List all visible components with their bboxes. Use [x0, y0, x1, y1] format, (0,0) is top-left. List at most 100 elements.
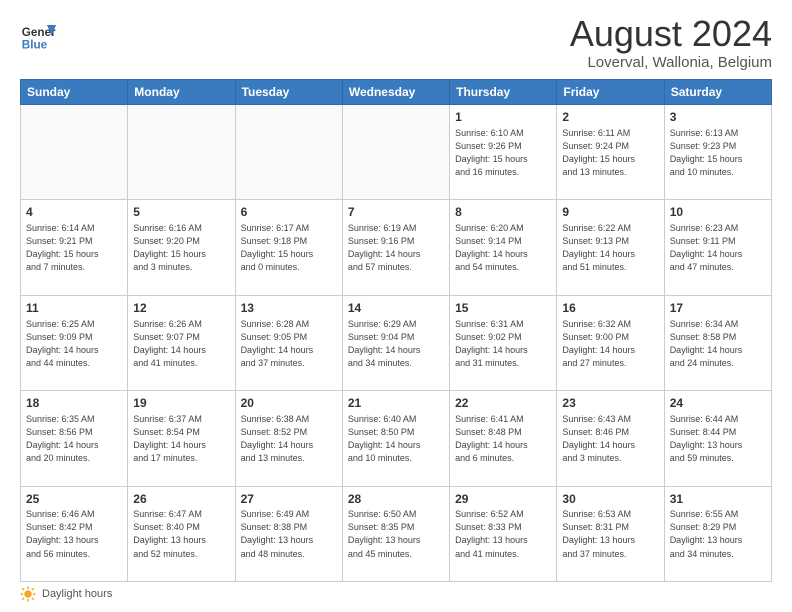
day-cell: 16Sunrise: 6:32 AM Sunset: 9:00 PM Dayli… [557, 295, 664, 390]
day-cell [235, 105, 342, 200]
days-header-row: SundayMondayTuesdayWednesdayThursdayFrid… [21, 80, 772, 105]
day-number: 19 [133, 395, 229, 412]
day-cell: 12Sunrise: 6:26 AM Sunset: 9:07 PM Dayli… [128, 295, 235, 390]
day-cell [342, 105, 449, 200]
day-number: 13 [241, 300, 337, 317]
day-number: 7 [348, 204, 444, 221]
sun-icon [20, 586, 36, 602]
day-cell [128, 105, 235, 200]
day-header-monday: Monday [128, 80, 235, 105]
day-number: 10 [670, 204, 766, 221]
calendar: SundayMondayTuesdayWednesdayThursdayFrid… [20, 79, 772, 582]
day-number: 30 [562, 491, 658, 508]
day-cell: 23Sunrise: 6:43 AM Sunset: 8:46 PM Dayli… [557, 391, 664, 486]
day-number: 11 [26, 300, 122, 317]
day-info: Sunrise: 6:25 AM Sunset: 9:09 PM Dayligh… [26, 318, 122, 370]
day-cell: 15Sunrise: 6:31 AM Sunset: 9:02 PM Dayli… [450, 295, 557, 390]
month-title: August 2024 [570, 16, 772, 52]
day-number: 16 [562, 300, 658, 317]
header: General Blue August 2024 Loverval, Wallo… [20, 16, 772, 71]
day-cell: 18Sunrise: 6:35 AM Sunset: 8:56 PM Dayli… [21, 391, 128, 486]
day-cell: 14Sunrise: 6:29 AM Sunset: 9:04 PM Dayli… [342, 295, 449, 390]
day-header-sunday: Sunday [21, 80, 128, 105]
location: Loverval, Wallonia, Belgium [570, 54, 772, 71]
week-row-3: 11Sunrise: 6:25 AM Sunset: 9:09 PM Dayli… [21, 295, 772, 390]
day-cell: 1Sunrise: 6:10 AM Sunset: 9:26 PM Daylig… [450, 105, 557, 200]
day-info: Sunrise: 6:20 AM Sunset: 9:14 PM Dayligh… [455, 222, 551, 274]
day-cell: 3Sunrise: 6:13 AM Sunset: 9:23 PM Daylig… [664, 105, 771, 200]
day-number: 14 [348, 300, 444, 317]
day-info: Sunrise: 6:44 AM Sunset: 8:44 PM Dayligh… [670, 413, 766, 465]
day-number: 17 [670, 300, 766, 317]
day-number: 18 [26, 395, 122, 412]
day-cell: 19Sunrise: 6:37 AM Sunset: 8:54 PM Dayli… [128, 391, 235, 486]
header-right: August 2024 Loverval, Wallonia, Belgium [570, 16, 772, 71]
day-cell: 30Sunrise: 6:53 AM Sunset: 8:31 PM Dayli… [557, 486, 664, 581]
day-header-wednesday: Wednesday [342, 80, 449, 105]
day-cell: 5Sunrise: 6:16 AM Sunset: 9:20 PM Daylig… [128, 200, 235, 295]
day-cell: 9Sunrise: 6:22 AM Sunset: 9:13 PM Daylig… [557, 200, 664, 295]
day-info: Sunrise: 6:34 AM Sunset: 8:58 PM Dayligh… [670, 318, 766, 370]
day-number: 12 [133, 300, 229, 317]
day-number: 22 [455, 395, 551, 412]
day-header-saturday: Saturday [664, 80, 771, 105]
day-info: Sunrise: 6:31 AM Sunset: 9:02 PM Dayligh… [455, 318, 551, 370]
day-number: 3 [670, 109, 766, 126]
day-number: 15 [455, 300, 551, 317]
day-info: Sunrise: 6:38 AM Sunset: 8:52 PM Dayligh… [241, 413, 337, 465]
day-info: Sunrise: 6:29 AM Sunset: 9:04 PM Dayligh… [348, 318, 444, 370]
day-number: 26 [133, 491, 229, 508]
day-cell: 17Sunrise: 6:34 AM Sunset: 8:58 PM Dayli… [664, 295, 771, 390]
day-info: Sunrise: 6:53 AM Sunset: 8:31 PM Dayligh… [562, 508, 658, 560]
day-cell: 24Sunrise: 6:44 AM Sunset: 8:44 PM Dayli… [664, 391, 771, 486]
day-info: Sunrise: 6:14 AM Sunset: 9:21 PM Dayligh… [26, 222, 122, 274]
day-cell: 4Sunrise: 6:14 AM Sunset: 9:21 PM Daylig… [21, 200, 128, 295]
day-cell: 13Sunrise: 6:28 AM Sunset: 9:05 PM Dayli… [235, 295, 342, 390]
day-number: 23 [562, 395, 658, 412]
day-info: Sunrise: 6:47 AM Sunset: 8:40 PM Dayligh… [133, 508, 229, 560]
day-info: Sunrise: 6:41 AM Sunset: 8:48 PM Dayligh… [455, 413, 551, 465]
day-cell: 29Sunrise: 6:52 AM Sunset: 8:33 PM Dayli… [450, 486, 557, 581]
week-row-1: 1Sunrise: 6:10 AM Sunset: 9:26 PM Daylig… [21, 105, 772, 200]
day-info: Sunrise: 6:49 AM Sunset: 8:38 PM Dayligh… [241, 508, 337, 560]
day-cell: 11Sunrise: 6:25 AM Sunset: 9:09 PM Dayli… [21, 295, 128, 390]
day-number: 20 [241, 395, 337, 412]
day-info: Sunrise: 6:22 AM Sunset: 9:13 PM Dayligh… [562, 222, 658, 274]
day-info: Sunrise: 6:19 AM Sunset: 9:16 PM Dayligh… [348, 222, 444, 274]
day-number: 5 [133, 204, 229, 221]
day-header-tuesday: Tuesday [235, 80, 342, 105]
day-info: Sunrise: 6:46 AM Sunset: 8:42 PM Dayligh… [26, 508, 122, 560]
day-info: Sunrise: 6:10 AM Sunset: 9:26 PM Dayligh… [455, 127, 551, 179]
svg-text:Blue: Blue [22, 38, 48, 51]
day-info: Sunrise: 6:11 AM Sunset: 9:24 PM Dayligh… [562, 127, 658, 179]
day-cell: 7Sunrise: 6:19 AM Sunset: 9:16 PM Daylig… [342, 200, 449, 295]
day-number: 9 [562, 204, 658, 221]
logo-icon: General Blue [20, 16, 56, 52]
day-cell: 31Sunrise: 6:55 AM Sunset: 8:29 PM Dayli… [664, 486, 771, 581]
day-info: Sunrise: 6:35 AM Sunset: 8:56 PM Dayligh… [26, 413, 122, 465]
day-info: Sunrise: 6:23 AM Sunset: 9:11 PM Dayligh… [670, 222, 766, 274]
day-info: Sunrise: 6:13 AM Sunset: 9:23 PM Dayligh… [670, 127, 766, 179]
day-info: Sunrise: 6:50 AM Sunset: 8:35 PM Dayligh… [348, 508, 444, 560]
day-info: Sunrise: 6:28 AM Sunset: 9:05 PM Dayligh… [241, 318, 337, 370]
day-info: Sunrise: 6:26 AM Sunset: 9:07 PM Dayligh… [133, 318, 229, 370]
week-row-5: 25Sunrise: 6:46 AM Sunset: 8:42 PM Dayli… [21, 486, 772, 581]
day-cell: 8Sunrise: 6:20 AM Sunset: 9:14 PM Daylig… [450, 200, 557, 295]
day-cell: 20Sunrise: 6:38 AM Sunset: 8:52 PM Dayli… [235, 391, 342, 486]
day-cell: 2Sunrise: 6:11 AM Sunset: 9:24 PM Daylig… [557, 105, 664, 200]
footer-label: Daylight hours [42, 588, 112, 600]
day-number: 27 [241, 491, 337, 508]
footer: Daylight hours [20, 586, 772, 602]
day-number: 24 [670, 395, 766, 412]
day-info: Sunrise: 6:40 AM Sunset: 8:50 PM Dayligh… [348, 413, 444, 465]
day-number: 8 [455, 204, 551, 221]
day-number: 25 [26, 491, 122, 508]
logo: General Blue [20, 16, 56, 52]
day-cell [21, 105, 128, 200]
day-number: 28 [348, 491, 444, 508]
day-cell: 21Sunrise: 6:40 AM Sunset: 8:50 PM Dayli… [342, 391, 449, 486]
day-cell: 28Sunrise: 6:50 AM Sunset: 8:35 PM Dayli… [342, 486, 449, 581]
page: General Blue August 2024 Loverval, Wallo… [0, 0, 792, 612]
day-info: Sunrise: 6:43 AM Sunset: 8:46 PM Dayligh… [562, 413, 658, 465]
day-number: 2 [562, 109, 658, 126]
